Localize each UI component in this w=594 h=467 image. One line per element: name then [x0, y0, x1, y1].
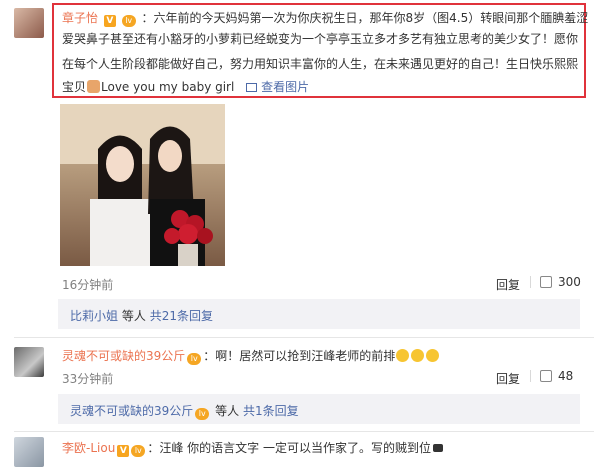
comment-photo[interactable] — [60, 104, 225, 266]
reply-user-link[interactable]: 灵魂不可或缺的39公斤 — [70, 404, 193, 418]
comment-time: 33分钟前 — [62, 372, 114, 386]
reply-label: 回复 — [496, 278, 521, 292]
comment-text-line: ：六年前的今天妈妈第一次为你庆祝生日，那年你8岁（图4.5）转眼间那个腼腆羞涩 — [141, 11, 589, 25]
level-badge-icon: lv — [187, 353, 202, 365]
thumbs-up-icon — [540, 276, 552, 288]
heart-eyes-emoji-icon — [396, 349, 410, 362]
comment-divider — [14, 431, 594, 432]
verified-icon: V — [103, 15, 116, 27]
like-count: 300 — [558, 275, 581, 289]
level-badge-icon: lv — [195, 408, 210, 420]
comment-text-line: 宝贝 — [62, 80, 87, 94]
comment-line-4: 宝贝 Love you my baby girl 查看图片 — [62, 78, 309, 95]
photo-image — [60, 104, 225, 266]
comment-line-1: 章子怡 V lv ：六年前的今天妈妈第一次为你庆祝生日，那年你8岁（图4.5）转… — [62, 9, 588, 27]
reply-label: 回复 — [496, 372, 521, 386]
image-icon — [246, 83, 258, 92]
replies-etc: 等人 — [215, 404, 240, 418]
avatar[interactable] — [14, 347, 44, 377]
level-badge-icon: lv — [121, 15, 136, 27]
comment-text: ：啊！居然可以抢到汪峰老师的前排 — [203, 349, 396, 363]
comment-text-line: Love you my baby girl — [101, 80, 235, 94]
cake-icon — [87, 80, 101, 93]
pointing-hand-icon — [432, 444, 443, 452]
comment-text-line: 爱哭鼻子甚至还有小豁牙的小萝莉已经蜕变为一个亭亭玉立多才多艺有独立思考的美少女了… — [62, 32, 579, 46]
replies-summary-text: 灵魂不可或缺的39公斤 lv 等人 共1条回复 — [70, 402, 299, 420]
avatar[interactable] — [14, 8, 44, 38]
comment-author[interactable]: 李欧-Liou — [62, 441, 115, 455]
comment-line: 李欧-Liou Vlv ：汪峰 你的语言文字 一定可以当作家了。写的贼到位 — [62, 439, 443, 457]
replies-etc: 等人 — [121, 309, 146, 323]
verified-icon: V — [117, 445, 130, 457]
comment-author[interactable]: 灵魂不可或缺的39公斤 — [62, 349, 185, 363]
reply-user-link[interactable]: 比莉小姐 — [70, 309, 118, 323]
level-badge-icon: lv — [131, 445, 146, 457]
heart-eyes-emoji-icon — [426, 349, 440, 362]
view-replies-link[interactable]: 共21条回复 — [150, 309, 213, 323]
heart-eyes-emoji-icon — [411, 349, 425, 362]
like-button[interactable]: 48 — [540, 369, 573, 383]
like-button[interactable]: 300 — [540, 275, 581, 289]
divider — [530, 276, 531, 288]
comment-divider — [14, 337, 594, 338]
reply-button[interactable]: 回复 — [496, 276, 520, 293]
view-image-label: 查看图片 — [261, 80, 310, 94]
comment-time: 16分钟前 — [62, 278, 114, 292]
comment-text-line: 在每个人生阶段都能做好自己，努力用知识丰富你的人生，在未来遇见更好的自己！生日快… — [62, 57, 579, 71]
comment-author[interactable]: 章子怡 — [62, 11, 98, 25]
comment-text: ：汪峰 你的语言文字 一定可以当作家了。写的贼到位 — [147, 441, 431, 455]
divider — [530, 370, 531, 382]
like-count: 48 — [558, 369, 574, 383]
comment-line: 灵魂不可或缺的39公斤 lv ：啊！居然可以抢到汪峰老师的前排 — [62, 347, 440, 365]
view-image-link[interactable]: 查看图片 — [246, 80, 309, 94]
replies-summary-text: 比莉小姐 等人 共21条回复 — [70, 307, 213, 324]
view-replies-link[interactable]: 共1条回复 — [243, 404, 299, 418]
thumbs-up-icon — [540, 370, 552, 382]
reply-button[interactable]: 回复 — [496, 370, 520, 387]
